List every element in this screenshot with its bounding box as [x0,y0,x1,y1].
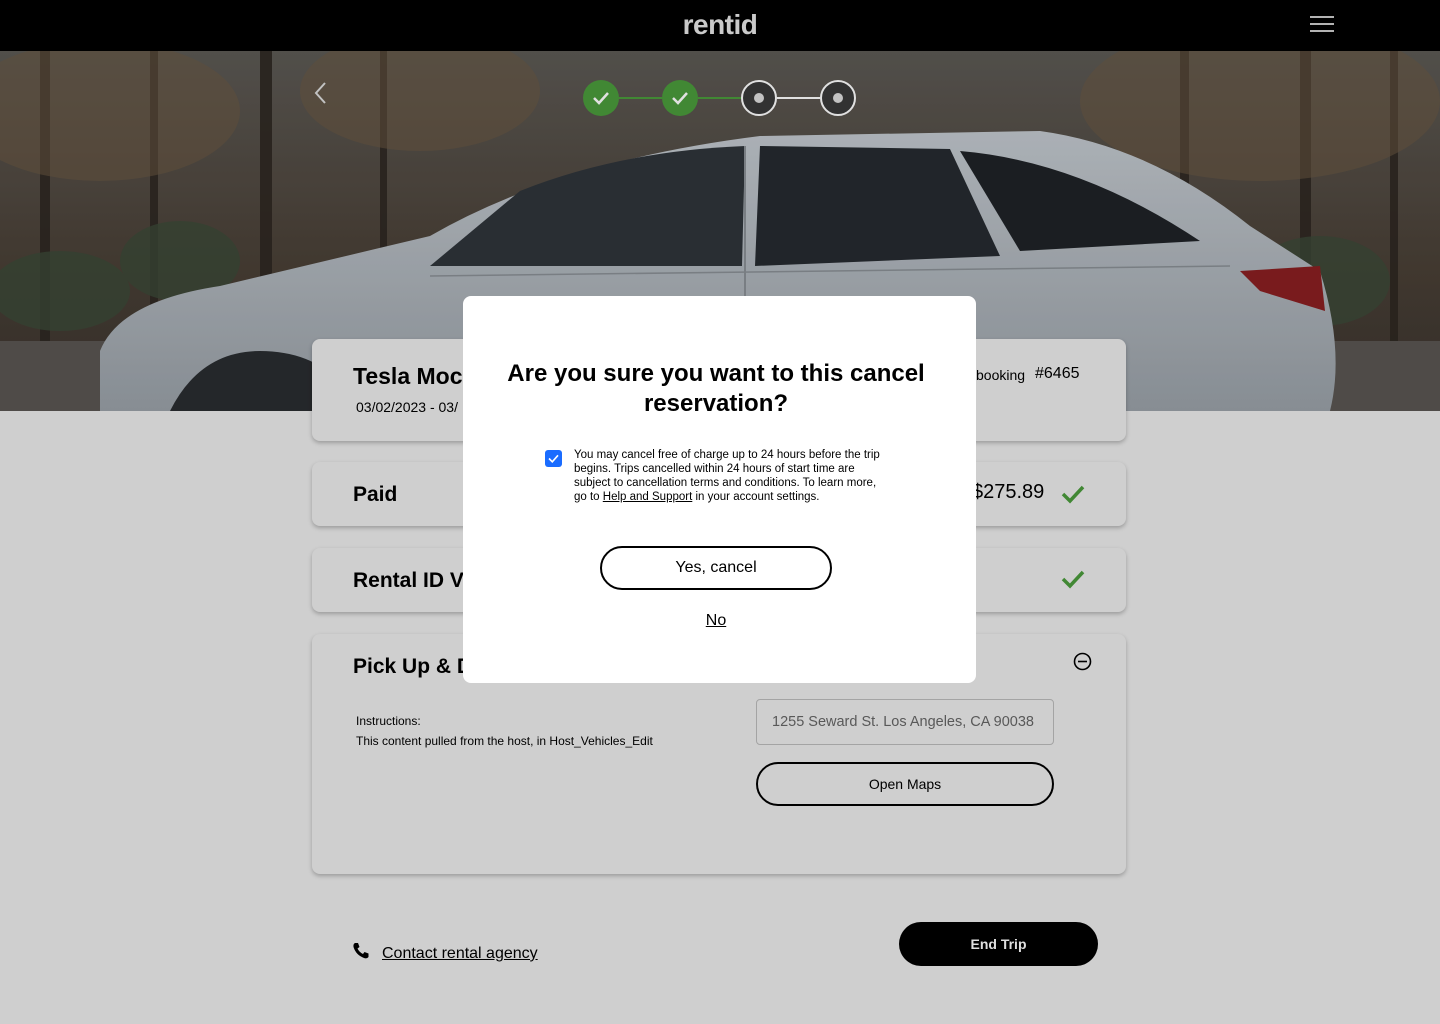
cancellation-policy-text: You may cancel free of charge up to 24 h… [574,448,886,504]
cancel-reservation-modal: Are you sure you want to this cancel res… [463,296,976,683]
policy-checkbox[interactable] [545,450,562,467]
policy-text-end: in your account settings. [692,491,820,503]
modal-title: Are you sure you want to this cancel res… [507,360,925,417]
yes-cancel-button[interactable]: Yes, cancel [600,546,832,590]
help-and-support-link[interactable]: Help and Support [603,491,693,503]
no-button[interactable]: No [463,612,969,630]
checkmark-icon [548,454,559,463]
